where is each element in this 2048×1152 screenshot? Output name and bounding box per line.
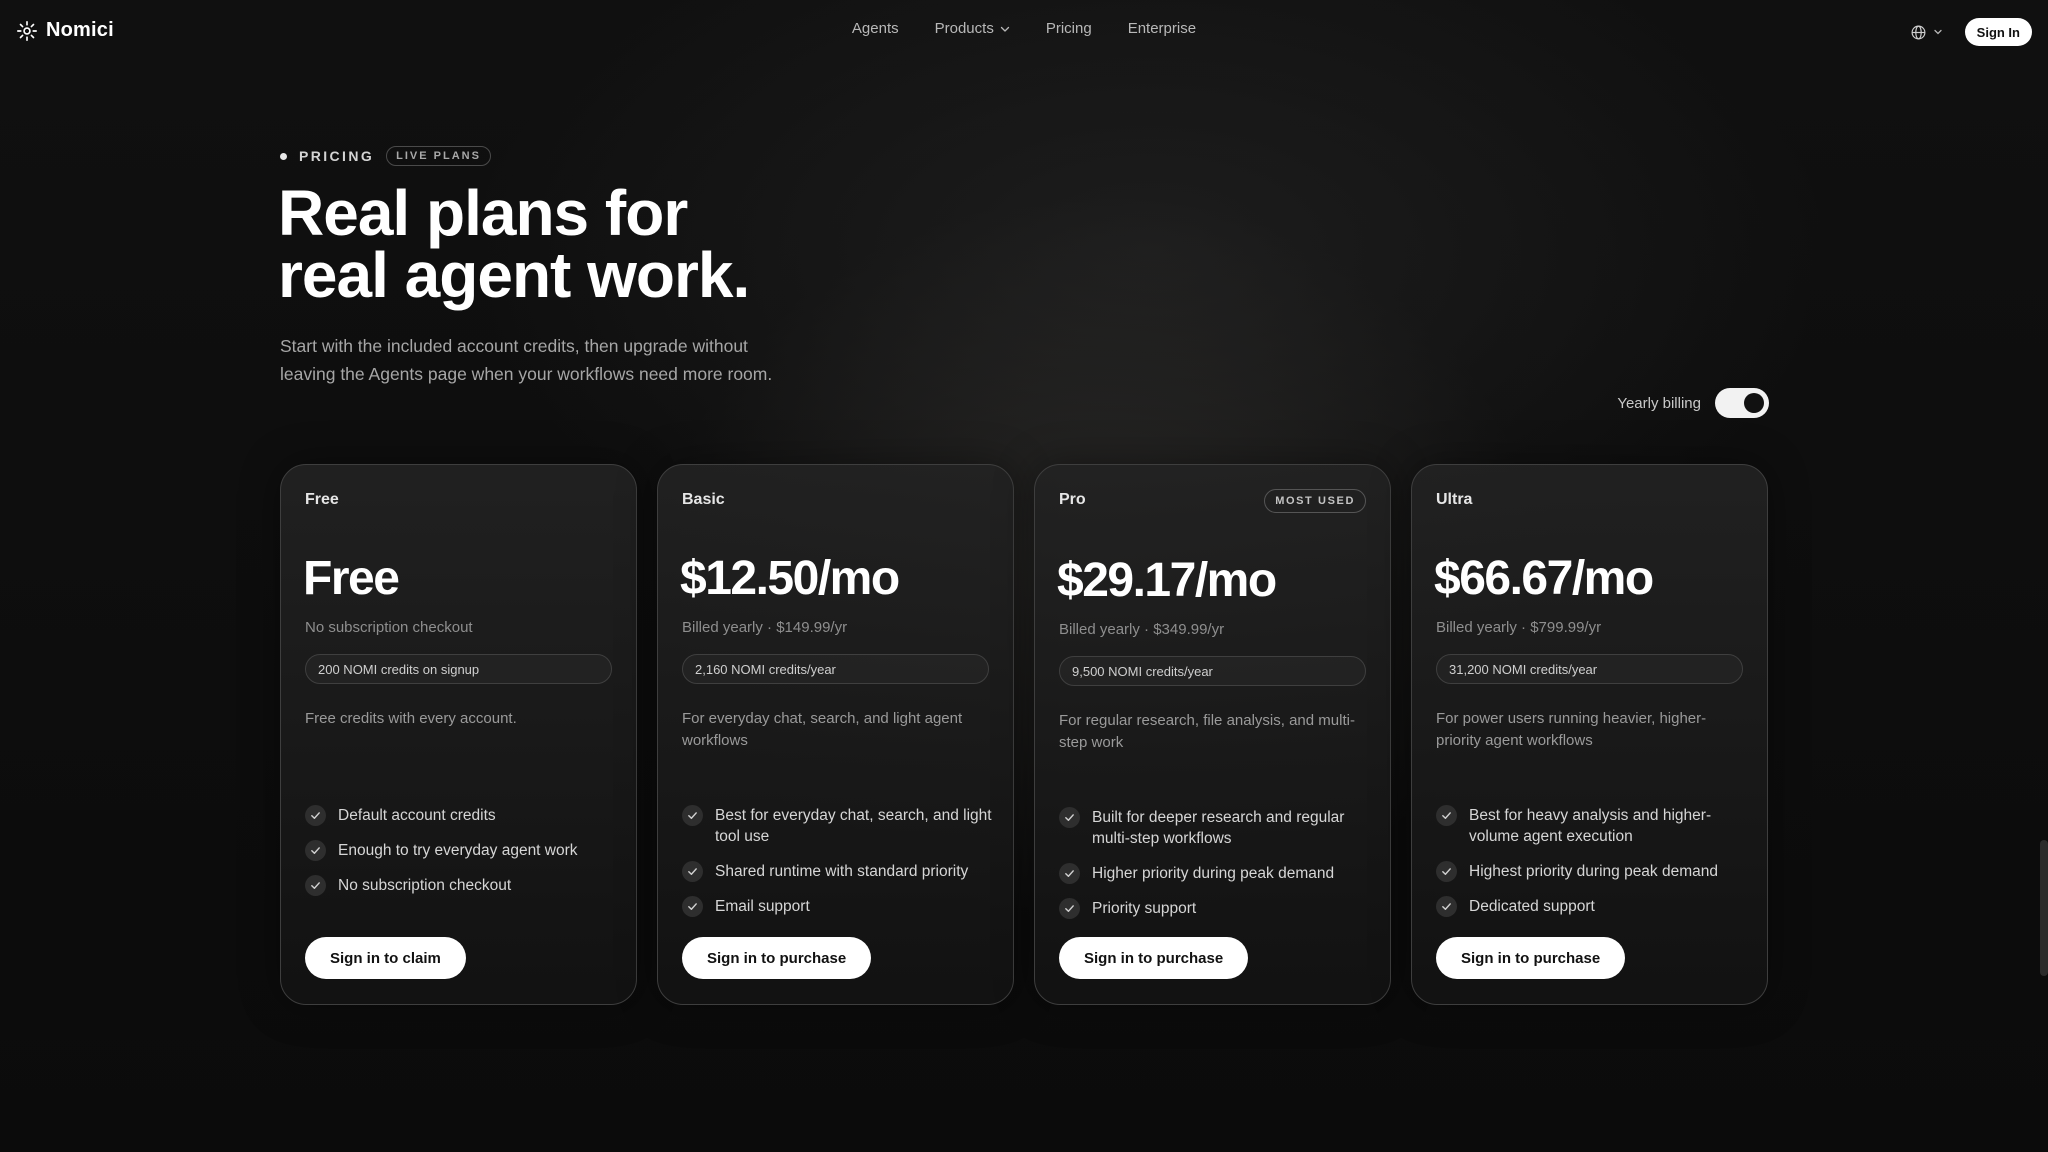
check-icon: [1059, 863, 1080, 884]
feature-text: Default account credits: [338, 807, 496, 824]
billing-label: Yearly billing: [1617, 394, 1701, 412]
feature-text: Email support: [715, 898, 810, 915]
yearly-billing-toggle[interactable]: [1715, 388, 1769, 418]
plan-features: Best for everyday chat, search, and ligh…: [682, 805, 1002, 931]
plan-credits-pill: 9,500 NOMI credits/year: [1059, 656, 1366, 686]
check-icon: [1436, 896, 1457, 917]
feature-text: Priority support: [1092, 900, 1197, 917]
plan-description: For regular research, file analysis, and…: [1059, 712, 1355, 751]
check-icon: [682, 896, 703, 917]
plan-price: $12.50/mo: [680, 552, 900, 605]
plan-features: Best for heavy analysis and higher-volum…: [1436, 805, 1756, 931]
page-scrollbar[interactable]: [2040, 840, 2048, 976]
check-icon: [682, 805, 703, 826]
plan-billing-note: No subscription checkout: [305, 619, 473, 636]
eyebrow-dot: [280, 152, 287, 160]
toggle-knob: [1744, 393, 1764, 413]
plan-price: $66.67/mo: [1434, 552, 1654, 605]
feature-text: Best for everyday chat, search, and ligh…: [715, 807, 992, 845]
check-icon: [305, 875, 326, 896]
plan-features: Default account credits Enough to try ev…: [305, 805, 625, 910]
top-header: Nomici Agents Products Pricing Enterpris…: [0, 0, 2048, 64]
plan-name: Ultra: [1436, 491, 1473, 508]
header-actions: Sign In: [1910, 18, 2032, 46]
plan-card-ultra: Ultra $66.67/mo Billed yearly · $799.99/…: [1411, 464, 1768, 1005]
feature-text: Higher priority during peak demand: [1092, 865, 1335, 882]
plan-billing-note: Billed yearly · $799.99/yr: [1436, 619, 1602, 636]
check-icon: [1059, 898, 1080, 919]
feature-item: Priority support: [1059, 898, 1379, 919]
section-eyebrow: PRICING LIVE PLANS: [280, 146, 491, 166]
feature-item: Best for everyday chat, search, and ligh…: [682, 805, 1002, 847]
nav-pricing[interactable]: Pricing: [1046, 20, 1092, 37]
plan-price: Free: [303, 552, 400, 605]
plan-card-free: Free Free No subscription checkout 200 N…: [280, 464, 637, 1005]
feature-item: Highest priority during peak demand: [1436, 861, 1756, 882]
pricing-cards: Free Free No subscription checkout 200 N…: [280, 464, 1768, 1005]
nav-products-label: Products: [934, 20, 994, 37]
chevron-down-icon: [1000, 26, 1009, 32]
feature-item: No subscription checkout: [305, 875, 625, 896]
check-icon: [1436, 861, 1457, 882]
plan-billing-note: Billed yearly · $149.99/yr: [682, 619, 848, 636]
feature-text: Best for heavy analysis and higher-volum…: [1469, 807, 1712, 845]
main-nav: Agents Products Pricing Enterprise: [0, 20, 2048, 37]
sign-in-button[interactable]: Sign In: [1964, 18, 2032, 46]
plan-credits-pill: 200 NOMI credits on signup: [305, 654, 612, 684]
nav-enterprise[interactable]: Enterprise: [1128, 20, 1196, 37]
sign-in-to-purchase-button[interactable]: Sign in to purchase: [1436, 937, 1626, 979]
plan-description: For everyday chat, search, and light age…: [682, 710, 963, 749]
billing-toggle-group: Yearly billing: [1617, 388, 1769, 418]
plan-name: Basic: [682, 491, 725, 508]
sign-in-to-purchase-button[interactable]: Sign in to purchase: [1059, 937, 1249, 979]
feature-item: Built for deeper research and regular mu…: [1059, 807, 1379, 849]
feature-item: Best for heavy analysis and higher-volum…: [1436, 805, 1756, 847]
feature-item: Dedicated support: [1436, 896, 1756, 917]
plan-card-pro: Pro MOST USED $29.17/mo Billed yearly · …: [1034, 464, 1391, 1005]
plan-card-basic: Basic $12.50/mo Billed yearly · $149.99/…: [657, 464, 1014, 1005]
feature-item: Enough to try everyday agent work: [305, 840, 625, 861]
check-icon: [682, 861, 703, 882]
chevron-down-icon: [1934, 29, 1942, 35]
page-title: Real plans for real agent work.: [278, 181, 1078, 307]
plan-credits-pill: 31,200 NOMI credits/year: [1436, 654, 1743, 684]
nav-agents[interactable]: Agents: [852, 20, 899, 37]
plan-features: Built for deeper research and regular mu…: [1059, 807, 1379, 933]
page-title-line-2: real agent work.: [278, 239, 750, 311]
check-icon: [1059, 807, 1080, 828]
plan-name: Pro: [1059, 491, 1086, 508]
feature-item: Default account credits: [305, 805, 625, 826]
plan-name: Free: [305, 491, 339, 508]
feature-text: Dedicated support: [1469, 898, 1595, 915]
feature-item: Email support: [682, 896, 1002, 917]
feature-text: Highest priority during peak demand: [1469, 863, 1718, 880]
live-plans-badge: LIVE PLANS: [386, 146, 491, 166]
feature-text: Shared runtime with standard priority: [715, 863, 969, 880]
globe-icon: [1911, 25, 1926, 39]
check-icon: [305, 805, 326, 826]
feature-text: Enough to try everyday agent work: [338, 842, 578, 859]
feature-item: Shared runtime with standard priority: [682, 861, 1002, 882]
page-subtitle: Start with the included account credits,…: [280, 336, 773, 384]
feature-text: Built for deeper research and regular mu…: [1092, 809, 1345, 847]
plan-credits-pill: 2,160 NOMI credits/year: [682, 654, 989, 684]
check-icon: [305, 840, 326, 861]
feature-text: No subscription checkout: [338, 877, 512, 894]
feature-item: Higher priority during peak demand: [1059, 863, 1379, 884]
language-selector[interactable]: [1910, 24, 1943, 41]
sign-in-to-purchase-button[interactable]: Sign in to purchase: [682, 937, 872, 979]
nav-products[interactable]: Products: [935, 20, 1010, 37]
plan-billing-note: Billed yearly · $349.99/yr: [1059, 621, 1225, 638]
plan-description: For power users running heavier, higher-…: [1436, 710, 1707, 749]
sign-in-to-claim-button[interactable]: Sign in to claim: [305, 937, 466, 979]
check-icon: [1436, 805, 1457, 826]
plan-description: Free credits with every account.: [305, 710, 517, 727]
most-used-badge: MOST USED: [1264, 489, 1366, 513]
plan-price: $29.17/mo: [1057, 554, 1277, 607]
eyebrow-label: PRICING: [299, 148, 375, 164]
